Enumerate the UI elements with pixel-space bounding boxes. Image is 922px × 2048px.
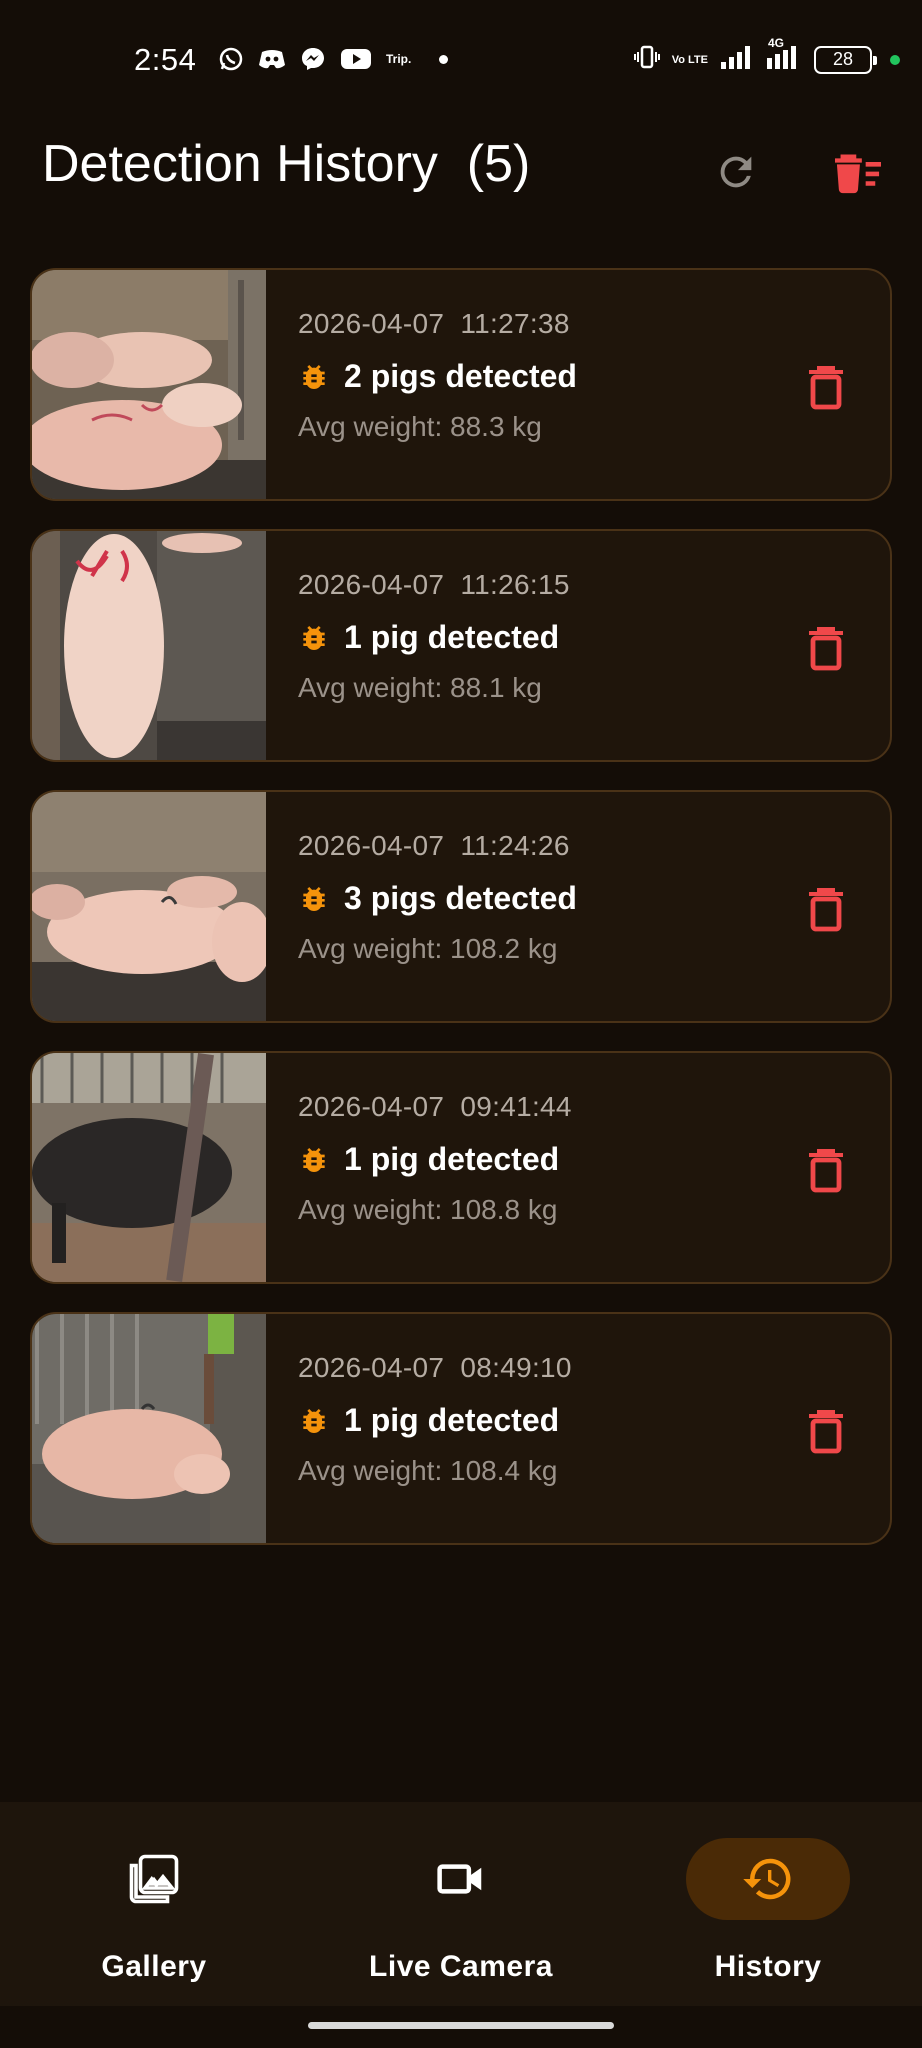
nav-label: Live Camera <box>369 1950 553 1983</box>
history-card[interactable]: 2026-04-07 11:26:15 1 pig detected Avg w… <box>30 529 892 762</box>
bug-icon <box>303 1147 325 1172</box>
history-card[interactable]: 2026-04-07 11:27:38 2 pigs detected Avg … <box>30 268 892 501</box>
count-row: 1 pig detected <box>298 1141 572 1178</box>
history-card[interactable]: 2026-04-07 09:41:44 1 pig detected Avg w… <box>30 1051 892 1284</box>
whatsapp-icon <box>218 46 244 72</box>
privacy-indicator-dot <box>890 54 900 65</box>
detection-thumbnail[interactable] <box>32 1053 266 1282</box>
detection-timestamp: 2026-04-07 08:49:10 <box>298 1352 572 1383</box>
notification-dot <box>439 54 449 64</box>
count-row: 2 pigs detected <box>298 358 577 395</box>
trash-icon <box>809 1410 843 1454</box>
trash-icon <box>809 1149 843 1193</box>
nav-icon-container <box>72 1838 236 1920</box>
status-time: 2:54 <box>134 42 197 77</box>
detection-timestamp: 2026-04-07 09:41:44 <box>298 1091 572 1122</box>
discord-icon <box>258 48 286 70</box>
volte-label: Vo LTE <box>671 53 708 66</box>
delete-button[interactable] <box>804 362 848 412</box>
history-list: 2026-04-07 11:27:38 2 pigs detected Avg … <box>30 268 892 1573</box>
home-indicator[interactable] <box>308 2022 614 2029</box>
system-icons: Vo LTE 4G 28 <box>633 36 900 75</box>
pig-count: 1 pig detected <box>344 619 560 655</box>
detection-thumbnail[interactable] <box>32 531 266 760</box>
clear-all-button[interactable] <box>826 142 890 202</box>
count-row: 1 pig detected <box>298 619 570 656</box>
vibrate-icon <box>633 44 660 75</box>
count-row: 1 pig detected <box>298 1402 572 1439</box>
bug-icon <box>303 364 325 389</box>
nav-icon-container <box>379 1838 543 1920</box>
pig-count: 3 pigs detected <box>344 880 577 916</box>
videocam-icon <box>437 1864 482 1894</box>
avg-weight: Avg weight: 108.2 kg <box>298 933 558 964</box>
detection-thumbnail[interactable] <box>32 1314 266 1543</box>
app-bar: Detection History (5) <box>0 120 922 220</box>
avg-weight: Avg weight: 108.4 kg <box>298 1455 558 1486</box>
avg-weight: Avg weight: 88.3 kg <box>298 411 542 442</box>
trash-icon <box>809 366 843 410</box>
screen: 2:54 Trip. Vo LTE 4G 28 Detection Histor… <box>0 0 922 2048</box>
delete-button[interactable] <box>804 1145 848 1195</box>
delete-sweep-icon <box>835 154 881 194</box>
avg-weight: Avg weight: 108.8 kg <box>298 1194 558 1225</box>
trip-label: Trip. <box>386 52 412 66</box>
count-row: 3 pigs detected <box>298 880 577 917</box>
nav-icon-container-active <box>686 1838 850 1920</box>
signal-4g-icon: 4G <box>766 36 802 75</box>
signal-icon <box>720 44 754 75</box>
detection-thumbnail[interactable] <box>32 792 266 1021</box>
network-label: 4G <box>768 36 785 50</box>
pig-count: 1 pig detected <box>344 1141 560 1177</box>
card-info: 2026-04-07 11:27:38 2 pigs detected Avg … <box>298 308 577 443</box>
history-card[interactable]: 2026-04-07 11:24:26 3 pigs detected Avg … <box>30 790 892 1023</box>
trash-icon <box>809 888 843 932</box>
bug-icon <box>303 1408 325 1433</box>
detection-timestamp: 2026-04-07 11:24:26 <box>298 830 570 861</box>
bug-icon <box>303 886 325 911</box>
battery-indicator: 28 <box>814 45 877 74</box>
gallery-icon <box>129 1854 179 1904</box>
trash-icon <box>809 627 843 671</box>
detection-thumbnail[interactable] <box>32 270 266 499</box>
nav-item-gallery[interactable]: Gallery <box>4 1802 304 2006</box>
nav-label: History <box>714 1950 822 1983</box>
delete-button[interactable] <box>804 884 848 934</box>
card-info: 2026-04-07 09:41:44 1 pig detected Avg w… <box>298 1091 572 1226</box>
bottom-navigation: Gallery Live Camera History <box>0 1802 922 2006</box>
delete-button[interactable] <box>804 623 848 673</box>
nav-item-history[interactable]: History <box>618 1802 918 2006</box>
avg-weight: Avg weight: 88.1 kg <box>298 672 542 703</box>
messenger-icon <box>300 46 326 72</box>
history-card[interactable]: 2026-04-07 08:49:10 1 pig detected Avg w… <box>30 1312 892 1545</box>
pig-count: 1 pig detected <box>344 1402 560 1438</box>
nav-label: Gallery <box>101 1950 207 1983</box>
status-bar: 2:54 Trip. Vo LTE 4G 28 <box>0 0 922 120</box>
history-icon <box>743 1858 791 1900</box>
refresh-button[interactable] <box>706 142 766 202</box>
delete-button[interactable] <box>804 1406 848 1456</box>
youtube-icon <box>340 47 372 71</box>
refresh-icon <box>720 156 752 188</box>
nav-item-live-camera[interactable]: Live Camera <box>311 1802 611 2006</box>
detection-timestamp: 2026-04-07 11:27:38 <box>298 308 570 339</box>
card-info: 2026-04-07 11:26:15 1 pig detected Avg w… <box>298 569 570 704</box>
card-info: 2026-04-07 08:49:10 1 pig detected Avg w… <box>298 1352 572 1487</box>
pig-count: 2 pigs detected <box>344 358 577 394</box>
card-info: 2026-04-07 11:24:26 3 pigs detected Avg … <box>298 830 577 965</box>
notification-icons: Trip. <box>218 46 449 72</box>
detection-timestamp: 2026-04-07 11:26:15 <box>298 569 570 600</box>
bug-icon <box>303 625 325 650</box>
page-title: Detection History (5) <box>42 135 531 193</box>
